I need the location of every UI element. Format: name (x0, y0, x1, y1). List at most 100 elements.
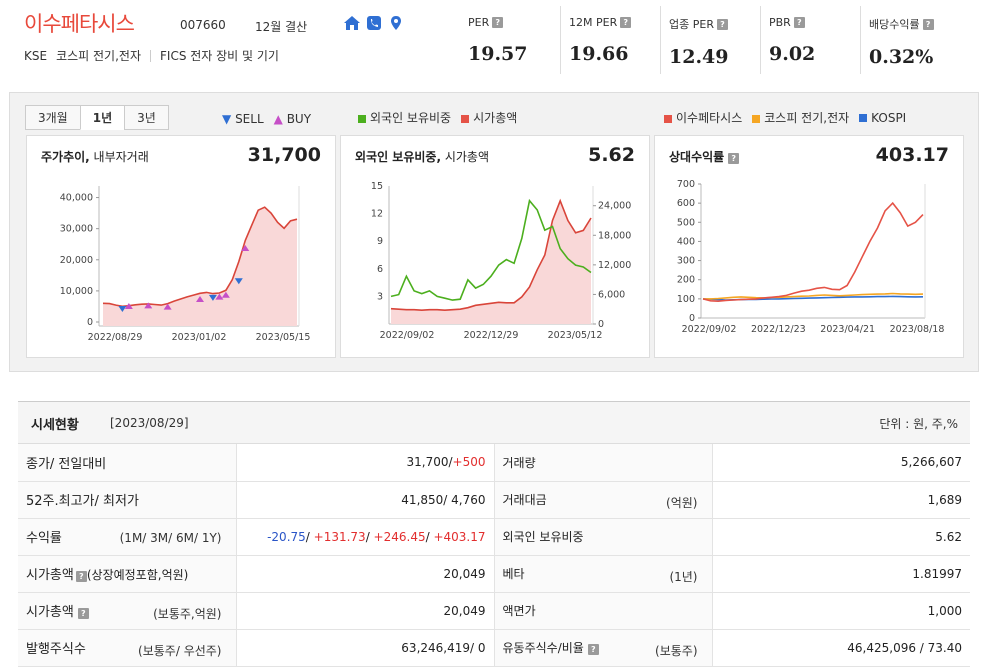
y-tick-label: 10,000 (60, 286, 93, 297)
foreign-chart-legend: 외국인 보유비중 시가총액 (358, 109, 517, 126)
help-icon[interactable]: ? (922, 18, 934, 30)
tab-1-year[interactable]: 1년 (79, 105, 126, 130)
home-icon[interactable] (343, 15, 360, 31)
help-icon[interactable]: ? (620, 17, 632, 28)
table-row: 종가/ 전일대비 31,700/+500 거래량 5,266,607 (18, 444, 970, 482)
x-tick-label: 2023/01/02 (172, 332, 227, 343)
y-tick-label: 700 (677, 179, 695, 190)
help-icon[interactable]: ? (75, 571, 87, 582)
buy-triangle-icon: ▲ (273, 112, 283, 126)
row-label: 종가/ 전일대비 (18, 444, 236, 482)
metric-label: 배당수익률 (869, 18, 920, 31)
location-pin-icon[interactable] (389, 15, 405, 31)
legend-label: 시가총액 (473, 111, 518, 125)
sell-triangle-icon: ▼ (222, 112, 232, 126)
return-1y: +403.17 (433, 529, 486, 544)
legend-swatch (461, 114, 470, 123)
x-tick-label: 2022/08/29 (88, 332, 143, 343)
y-right-tick-label: 6,000 (598, 289, 625, 300)
legend-market-cap[interactable]: 시가총액 (461, 109, 517, 126)
return-6m: +246.45 (373, 529, 426, 544)
foreign-ownership-chart[interactable]: 외국인 보유비중, 시가총액 5.62 3 6 9 12 15 0 6,000 12,000 1… (340, 135, 650, 358)
quote-status: 시세현황 [2023/08/29] 단위 : 원, 주,% 종가/ 전일대비 3… (18, 401, 970, 667)
tab-3-months[interactable]: 3개월 (25, 105, 81, 130)
row-label: 발행주식수 (보통주/ 우선주) (18, 629, 236, 667)
row-value: 20,049 (235, 592, 495, 630)
x-tick-label: 2022/12/23 (751, 324, 806, 335)
y-tick-label: 300 (677, 256, 695, 267)
quote-table: 종가/ 전일대비 31,700/+500 거래량 5,266,607 52주.최… (18, 444, 970, 667)
y-left-tick-label: 9 (377, 236, 383, 247)
sell-label: SELL (235, 112, 264, 126)
label-text: 발행주식수 (26, 642, 86, 657)
price-chart-plot: 0 10,000 20,000 30,000 40,000 2022/08/29 2023/… (60, 186, 310, 343)
legend-kospi[interactable]: KOSPI (859, 111, 906, 125)
insider-legend: ▼ SELL ▲ BUY (222, 112, 311, 126)
valuation-metrics: PER? 19.57 12M PER? 19.66 업종 PER? 12.49 … (460, 6, 980, 74)
row-label: 액면가 (494, 592, 712, 630)
company-header: 이수페타시스 007660 12월 결산 KSE 코스피 전기,전자 FICS … (0, 0, 988, 80)
x-tick-label: 2022/09/02 (380, 330, 435, 341)
y-right-tick-label: 18,000 (598, 230, 631, 241)
legend-swatch (664, 114, 672, 123)
row-value: 5.62 (711, 518, 970, 556)
label-text: 종가/ 전일대비 (26, 456, 107, 472)
market-code: KSE (24, 48, 48, 63)
tab-3-years[interactable]: 3년 (124, 105, 169, 130)
returns-values: -20.75/ +131.73/ +246.45/ +403.17 (235, 518, 495, 556)
row-label: 수익률 (1M/ 3M/ 6M/ 1Y) (18, 518, 236, 556)
label-text: 베타 (502, 567, 525, 581)
metric-12m-per: 12M PER? 19.66 (560, 6, 660, 74)
legend-sector[interactable]: 코스피 전기,전자 (752, 109, 849, 126)
y-tick-label: 30,000 (60, 224, 93, 235)
y-tick-label: 40,000 (60, 193, 93, 204)
row-label: 유동주식수/비율? (보통주) (494, 629, 712, 667)
x-tick-label: 2022/09/02 (682, 324, 737, 335)
company-links (343, 15, 405, 31)
phone-icon[interactable] (366, 15, 382, 31)
row-label: 베타 (1년) (494, 555, 712, 593)
label-sub: (보통주/ 우선주) (138, 643, 222, 658)
label-sub: (상장예정포함,억원) (86, 568, 189, 582)
help-icon[interactable]: ? (587, 644, 599, 655)
y-tick-label: 600 (677, 198, 695, 209)
help-icon[interactable]: ? (793, 17, 805, 28)
return-3m: +131.73 (313, 529, 366, 544)
x-tick-label: 2022/12/29 (464, 330, 519, 341)
row-label: 시가총액? (보통주,억원) (18, 592, 236, 630)
legend-foreign-ownership[interactable]: 외국인 보유비중 (358, 109, 451, 126)
x-tick-label: 2023/08/18 (890, 324, 945, 335)
label-sub: (보통주,억원) (153, 606, 222, 621)
y-tick-label: 20,000 (60, 255, 93, 266)
label-text: 52주.최고가/ 최저가 (26, 494, 139, 509)
quote-header: 시세현황 [2023/08/29] 단위 : 원, 주,% (18, 402, 970, 444)
help-icon[interactable]: ? (716, 18, 728, 30)
y-tick-label: 400 (677, 236, 695, 247)
price-chart[interactable]: 주가추이, 내부자거래 31,700 0 10,000 20,000 30,000 40… (26, 135, 336, 358)
row-value: 1,000 (711, 592, 970, 630)
table-row: 시가총액? (보통주,억원) 20,049 액면가 1,000 (18, 592, 970, 630)
company-name[interactable]: 이수페타시스 (24, 8, 135, 38)
y-tick-label: 0 (87, 317, 93, 328)
legend-company[interactable]: 이수페타시스 (664, 109, 742, 126)
buy-legend[interactable]: ▲ BUY (274, 112, 311, 126)
metric-value: 12.49 (669, 46, 729, 68)
sell-legend[interactable]: ▼ SELL (222, 112, 264, 126)
company-code: 007660 (180, 18, 226, 32)
row-label: 52주.최고가/ 최저가 (18, 481, 236, 519)
table-row: 52주.최고가/ 최저가 41,850/ 4,760 거래대금 (억원) 1,68… (18, 481, 970, 519)
metric-label: 업종 PER (669, 18, 714, 31)
metric-value: 0.32% (869, 46, 934, 68)
table-row: 수익률 (1M/ 3M/ 6M/ 1Y) -20.75/ +131.73/ +24… (18, 518, 970, 556)
row-value: 31,700/+500 (235, 444, 495, 482)
relative-return-chart[interactable]: 상대수익률? 403.17 0 100 200 300 400 500 600 700 2022… (654, 135, 964, 358)
label-text: 시가총액 (26, 568, 74, 583)
help-icon[interactable]: ? (77, 608, 89, 619)
chart-panel: 3개월 1년 3년 ▼ SELL ▲ BUY 외국인 보유비중 시가총액 이수페… (9, 92, 979, 372)
y-left-tick-label: 3 (377, 291, 383, 302)
help-icon[interactable]: ? (492, 17, 504, 28)
relative-chart-legend: 이수페타시스 코스피 전기,전자 KOSPI (664, 109, 906, 126)
sector-name: 코스피 전기,전자 (56, 49, 141, 63)
fics-industry: FICS 전자 장비 및 기기 (160, 49, 279, 63)
metric-label: PBR (769, 16, 791, 29)
